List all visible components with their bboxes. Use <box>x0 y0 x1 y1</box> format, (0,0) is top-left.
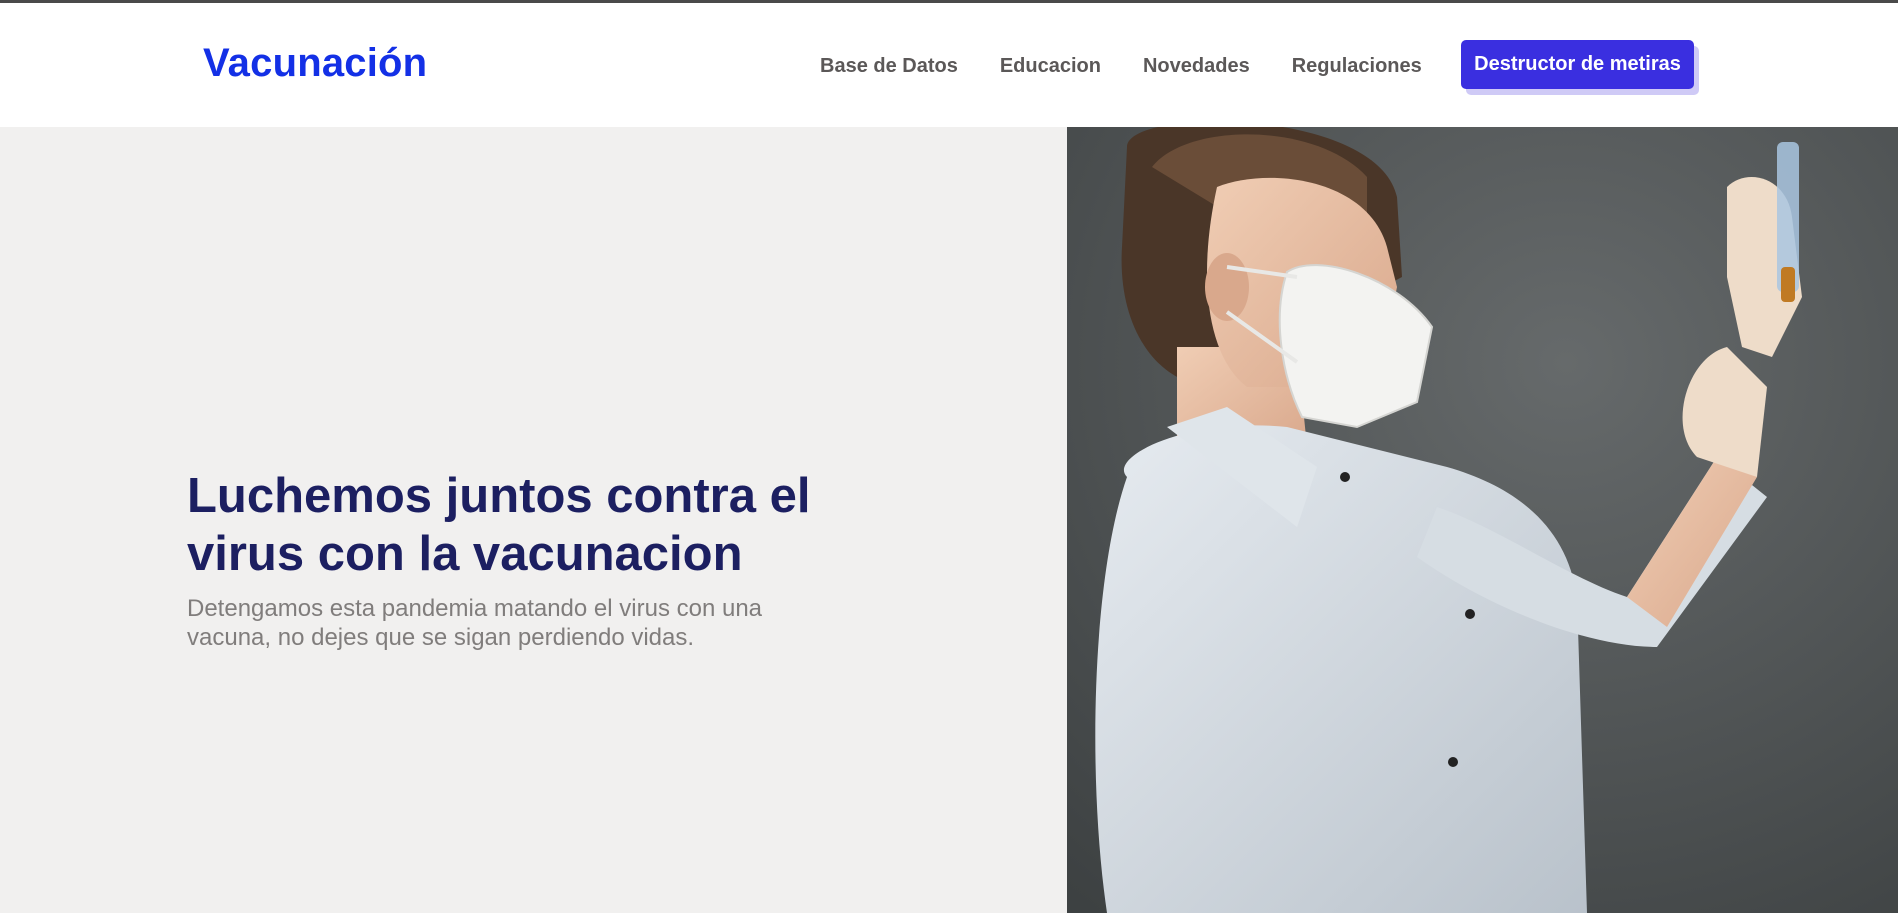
hero-section: Luchemos juntos contra el virus con la v… <box>0 127 1898 913</box>
nurse-with-vaccine-illustration <box>1067 127 1898 913</box>
hero-subtitle: Detengamos esta pandemia matando el viru… <box>187 595 763 651</box>
hero-title: Luchemos juntos contra el virus con la v… <box>187 469 811 581</box>
hero-photo <box>1067 127 1898 913</box>
main-nav: Base de Datos Educacion Novedades Regula… <box>820 55 1464 78</box>
brand-logo[interactable]: Vacunación <box>203 41 427 86</box>
hero-text-panel: Luchemos juntos contra el virus con la v… <box>0 127 1067 913</box>
navbar: Vacunación Base de Datos Educacion Noved… <box>0 3 1898 127</box>
nav-link-educacion[interactable]: Educacion <box>1000 55 1101 78</box>
cta-button[interactable]: Destructor de metiras <box>1461 40 1694 89</box>
nav-link-regulaciones[interactable]: Regulaciones <box>1292 55 1422 78</box>
nav-link-novedades[interactable]: Novedades <box>1143 55 1250 78</box>
nav-link-base-de-datos[interactable]: Base de Datos <box>820 55 958 78</box>
